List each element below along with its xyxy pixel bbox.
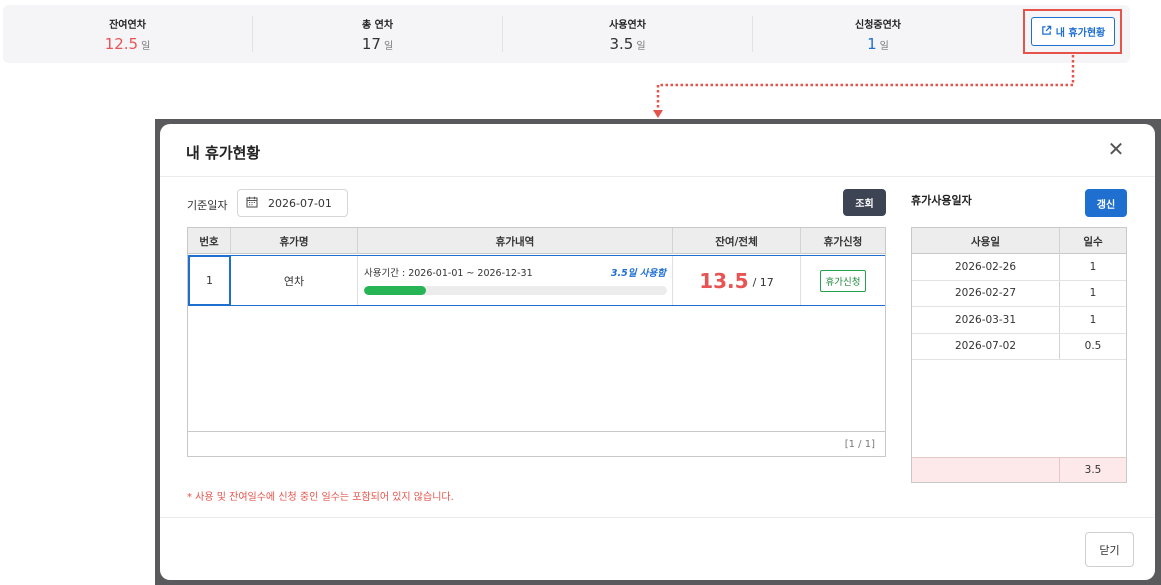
header-remaining: 잔여/전체 [673, 228, 801, 254]
row-remaining: 13.5 / 17 [673, 256, 801, 305]
usage-date: 2026-03-31 [912, 307, 1060, 333]
notice-text: * 사용 및 잔여일수에 신청 중인 일수는 포함되어 있지 않습니다. [187, 492, 454, 503]
usage-days: 0.5 [1084, 340, 1102, 353]
close-icon[interactable]: ✕ [1105, 138, 1127, 160]
header-name: 휴가명 [231, 228, 358, 254]
usage-days: 1 [1089, 287, 1097, 300]
row-request: 휴가신청 [801, 256, 885, 305]
usage-total-spacer [912, 458, 1060, 482]
used-days-text: 3.5일 사용함 [610, 268, 666, 279]
usage-days: 1 [1089, 313, 1097, 326]
row-detail: 사용기간 : 2026-01-01 ~ 2026-12-31 3.5일 사용함 [358, 256, 673, 305]
usage-date: 2026-07-02 [912, 333, 1060, 359]
usage-progress-bar [364, 286, 667, 295]
usage-date: 2026-02-26 [912, 254, 1060, 280]
table-row[interactable]: 2026-03-31 1 [912, 307, 1126, 334]
leave-table-header: 번호 휴가명 휴가내역 잔여/전체 휴가신청 [188, 228, 885, 254]
table-row[interactable]: 2026-02-26 1 [912, 254, 1126, 281]
table-row[interactable]: 2026-07-02 0.5 [912, 333, 1126, 360]
leave-table: 번호 휴가명 휴가내역 잔여/전체 휴가신청 1 연차 사용기간 : 2026-… [187, 227, 886, 457]
table-row[interactable]: 2026-02-27 1 [912, 280, 1126, 307]
usage-progress-fill [364, 286, 427, 295]
usage-dates-title: 휴가사용일자 [911, 194, 972, 207]
table-row[interactable]: 1 연차 사용기간 : 2026-01-01 ~ 2026-12-31 3.5일… [188, 255, 885, 306]
header-no: 번호 [188, 228, 231, 254]
usage-period: 사용기간 : 2026-01-01 ~ 2026-12-31 [364, 268, 533, 279]
usage-days: 1 [1089, 260, 1097, 273]
usage-dates-table: 사용일 일수 2026-02-26 1 2026-02-27 1 2026-03… [911, 227, 1127, 483]
header-usage-date: 사용일 [912, 228, 1060, 254]
header-request: 휴가신청 [823, 235, 863, 248]
row-name: 연차 [231, 256, 358, 305]
row-no[interactable]: 1 [188, 255, 231, 306]
total-days: / 17 [752, 276, 774, 289]
calendar-icon[interactable] [246, 196, 258, 211]
refresh-button[interactable]: 갱신 [1085, 189, 1127, 217]
usage-table-header: 사용일 일수 [912, 228, 1126, 254]
remaining-days: 13.5 [699, 268, 749, 293]
modal-title: 내 휴가현황 [186, 144, 261, 162]
usage-date: 2026-02-27 [912, 280, 1060, 306]
search-button[interactable]: 조회 [843, 189, 886, 216]
pagination: [1 / 1] [188, 431, 885, 456]
usage-total-row: 3.5 [912, 457, 1126, 482]
usage-total-days: 3.5 [1084, 464, 1102, 476]
my-leave-modal: 내 휴가현황 ✕ 기준일자 2026-07-01 조회 번호 휴가명 휴가내역 … [160, 124, 1155, 580]
header-usage-days: 일수 [1083, 235, 1103, 248]
base-date-label: 기준일자 [187, 199, 228, 212]
divider [160, 517, 1155, 518]
divider [160, 176, 1155, 177]
close-button[interactable]: 닫기 [1085, 532, 1134, 567]
base-date-value: 2026-07-01 [268, 196, 332, 210]
base-date-field[interactable]: 2026-07-01 [237, 189, 348, 217]
leave-request-button[interactable]: 휴가신청 [819, 269, 867, 292]
connector-arrow [653, 55, 1075, 118]
header-detail: 휴가내역 [358, 228, 673, 254]
